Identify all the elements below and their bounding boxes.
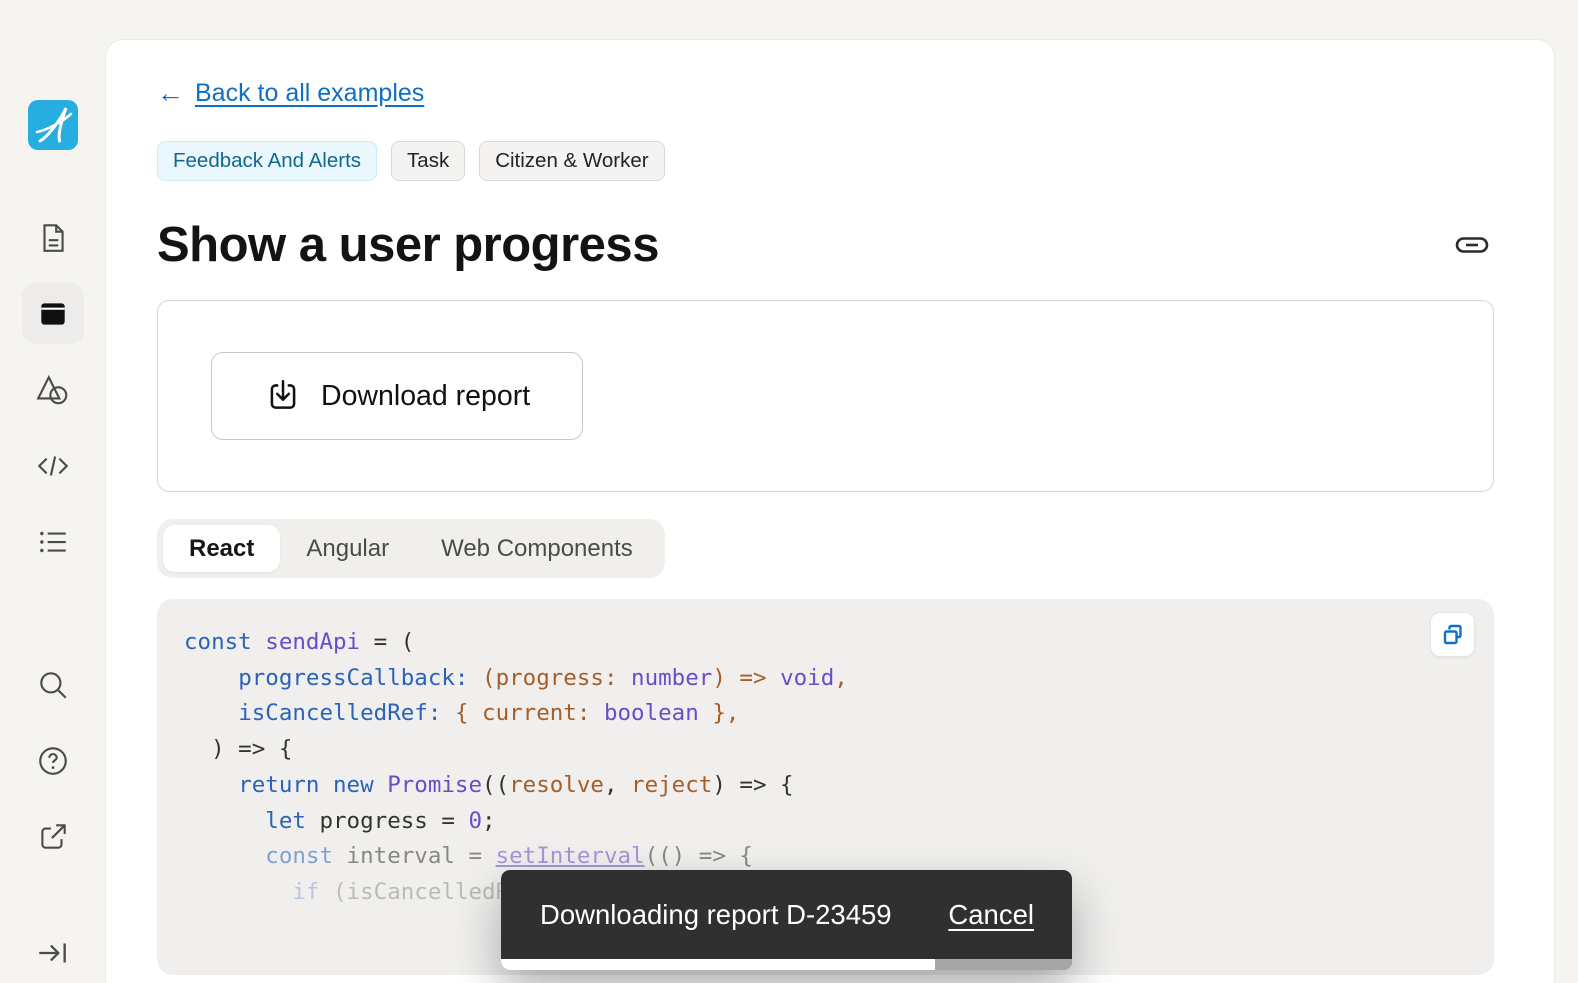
copy-page-link-button[interactable] [1452, 228, 1492, 262]
tag-category[interactable]: Feedback And Alerts [157, 141, 377, 181]
code-line: isCancelledRef: { current: boolean }, [184, 696, 1494, 732]
sidebar-item-examples[interactable] [22, 283, 84, 344]
code-line: progressCallback: (progress: number) => … [184, 661, 1494, 697]
sidebar-item-external[interactable] [22, 806, 84, 867]
toast-message: Downloading report D-23459 [540, 899, 892, 931]
toast-progress-fill [501, 959, 935, 970]
page-title: Show a user progress [157, 217, 659, 273]
framework-tabs: React Angular Web Components [157, 519, 665, 578]
tab-web-components[interactable]: Web Components [415, 525, 659, 572]
sidebar-item-signin[interactable] [22, 922, 84, 983]
sidebar-item-code[interactable] [22, 435, 84, 496]
tag-audience[interactable]: Citizen & Worker [479, 141, 664, 181]
code-icon [35, 449, 71, 483]
tab-react[interactable]: React [163, 525, 280, 572]
sidebar-item-docs[interactable] [22, 207, 84, 268]
back-link-label: Back to all examples [195, 79, 424, 108]
external-link-icon [36, 820, 70, 854]
browser-window-icon [36, 297, 70, 331]
sidebar-item-search[interactable] [22, 654, 84, 715]
code-line: return new Promise((resolve, reject) => … [184, 768, 1494, 804]
tag-task[interactable]: Task [391, 141, 465, 181]
sidebar-item-components[interactable] [22, 359, 84, 420]
main-panel: ← Back to all examples Feedback And Aler… [105, 39, 1555, 983]
example-preview-card: Download report [157, 300, 1494, 492]
copy-code-button[interactable] [1430, 612, 1475, 657]
toast-cancel-button[interactable]: Cancel [948, 899, 1034, 931]
shapes-icon [35, 372, 71, 408]
app-logo[interactable] [28, 100, 78, 150]
code-line: let progress = 0; [184, 804, 1494, 840]
download-report-button[interactable]: Download report [211, 352, 583, 440]
code-line: ) => { [184, 732, 1494, 768]
back-arrow-icon: ← [157, 78, 184, 109]
back-link[interactable]: ← Back to all examples [157, 78, 424, 109]
sign-in-icon [35, 936, 71, 970]
tag-list: Feedback And Alerts Task Citizen & Worke… [157, 141, 1492, 181]
code-line: const sendApi = ( [184, 625, 1494, 661]
logo-icon [28, 100, 78, 150]
list-icon [36, 526, 70, 558]
sidebar-item-list[interactable] [22, 511, 84, 572]
download-button-label: Download report [321, 380, 530, 413]
download-toast: Downloading report D-23459 Cancel [501, 870, 1072, 970]
chain-link-icon [1453, 230, 1491, 260]
sidebar-item-help[interactable] [22, 730, 84, 791]
code-block-content: const sendApi = ( progressCallback: (pro… [184, 625, 1494, 911]
document-icon [36, 221, 70, 255]
toast-progress-track [501, 959, 1072, 970]
sidebar [0, 0, 105, 983]
tab-angular[interactable]: Angular [280, 525, 415, 572]
download-icon [264, 377, 302, 415]
help-icon [36, 744, 70, 778]
search-icon [36, 668, 70, 702]
copy-icon [1440, 622, 1466, 648]
